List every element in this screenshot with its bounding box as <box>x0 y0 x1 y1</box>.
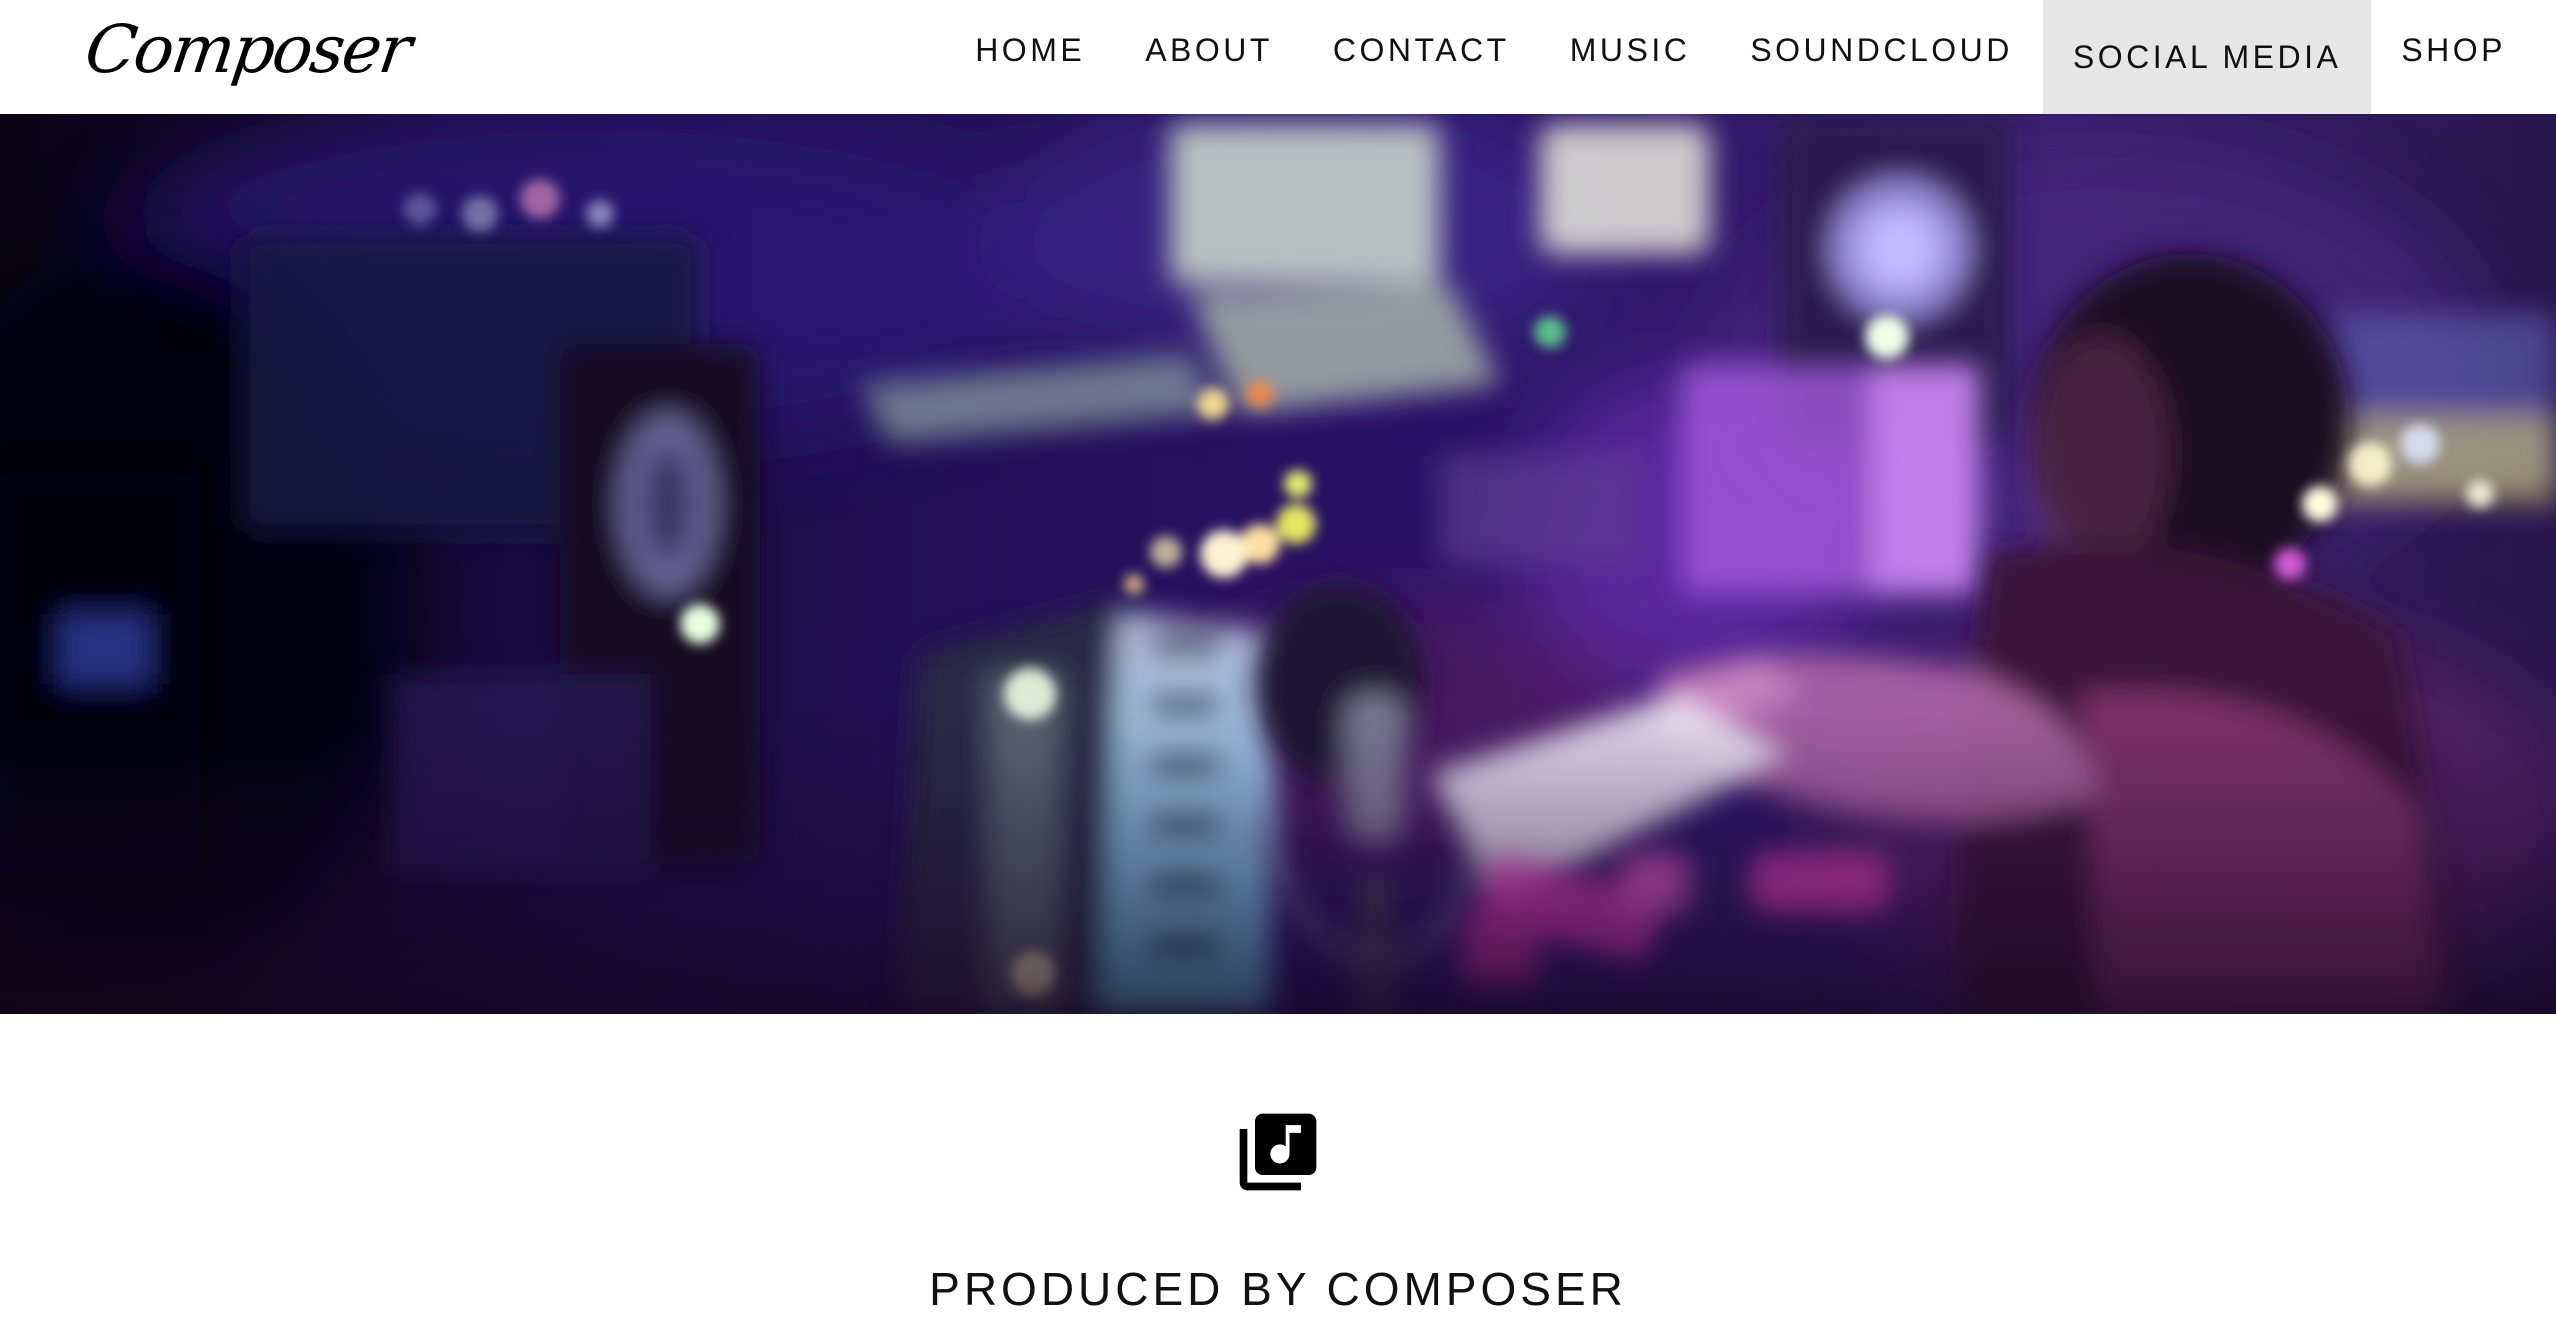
nav-item-soundcloud[interactable]: SOUNDCLOUD <box>1720 0 2043 100</box>
section-title: PRODUCED BY COMPOSER <box>929 1263 1627 1315</box>
nav-item-home[interactable]: HOME <box>945 0 1115 100</box>
music-library-icon <box>1239 1113 1317 1191</box>
main-nav: HOME ABOUT CONTACT MUSIC SOUNDCLOUD SOCI… <box>945 0 2556 114</box>
nav-item-shop[interactable]: SHOP <box>2371 0 2536 100</box>
page: Composer HOME ABOUT CONTACT MUSIC SOUNDC… <box>0 0 2556 1320</box>
nav-item-contact[interactable]: CONTACT <box>1303 0 1540 100</box>
nav-item-music[interactable]: MUSIC <box>1540 0 1721 100</box>
hero-image <box>0 114 2556 1014</box>
content-section: PRODUCED BY COMPOSER <box>0 1014 2556 1320</box>
site-header: Composer HOME ABOUT CONTACT MUSIC SOUNDC… <box>0 0 2556 114</box>
nav-item-about[interactable]: ABOUT <box>1115 0 1303 100</box>
site-logo[interactable]: Composer <box>79 2 416 98</box>
studio-photo <box>0 114 2556 1014</box>
nav-item-social-media[interactable]: SOCIAL MEDIA <box>2042 0 2372 114</box>
